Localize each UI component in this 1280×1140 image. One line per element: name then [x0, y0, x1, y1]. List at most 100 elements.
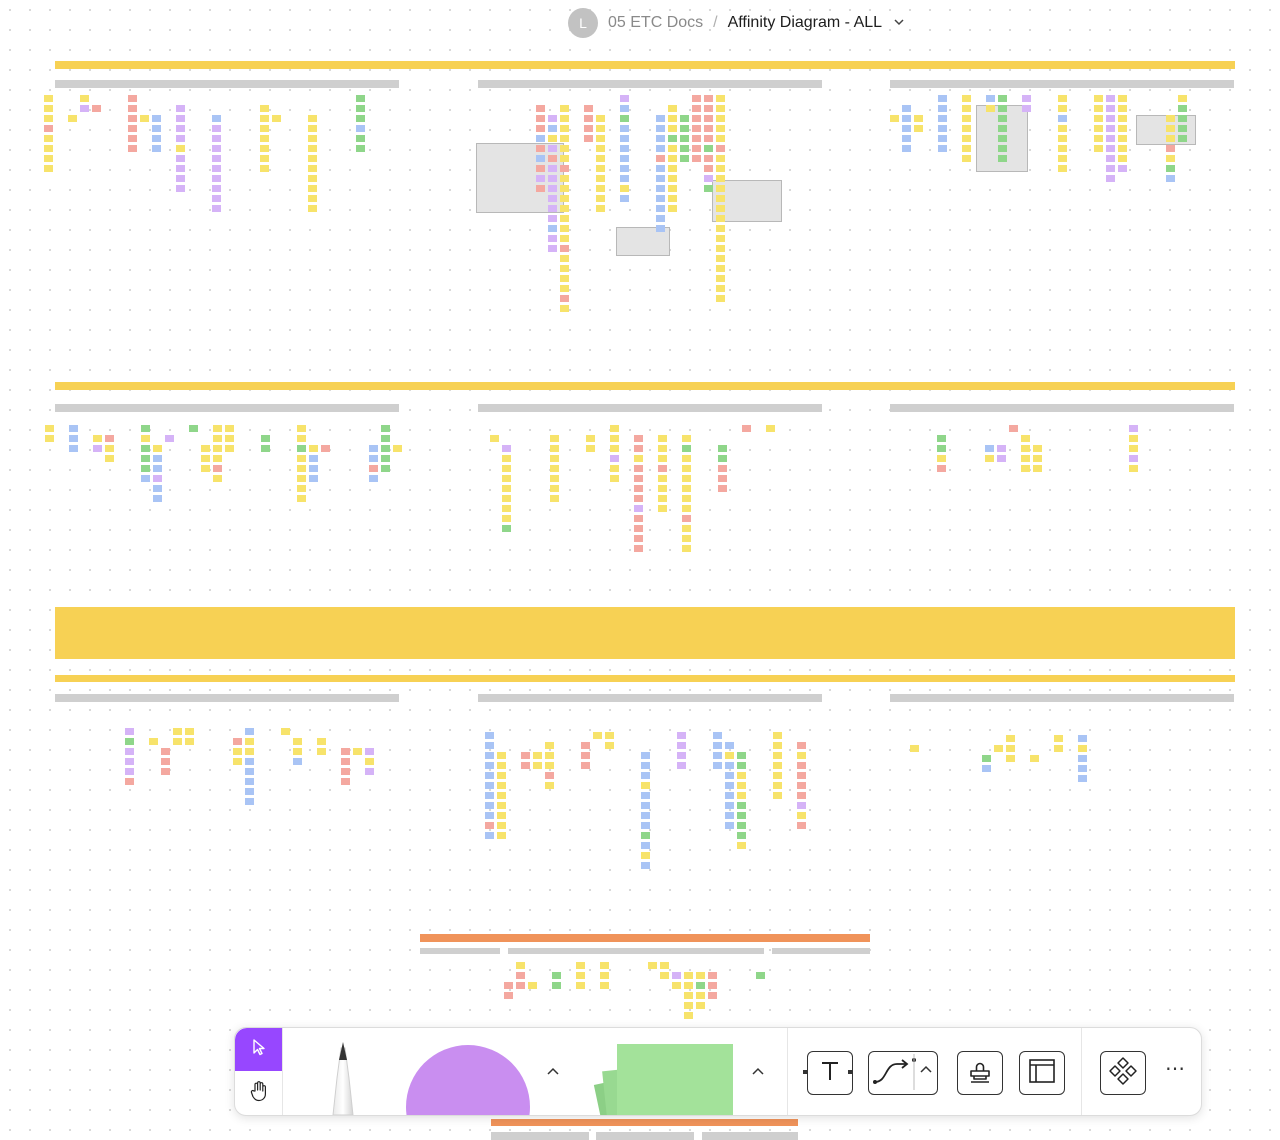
sticky-note[interactable]: [937, 435, 946, 442]
group-header[interactable]: [596, 1132, 694, 1140]
group-header[interactable]: [55, 404, 399, 412]
sticky-note[interactable]: [725, 792, 734, 799]
sticky-note[interactable]: [1166, 155, 1175, 162]
sticky-note[interactable]: [737, 812, 746, 819]
sticky-note[interactable]: [596, 175, 605, 182]
sticky-note[interactable]: [536, 185, 545, 192]
sticky-note[interactable]: [581, 762, 590, 769]
group-header[interactable]: [55, 80, 399, 88]
sticky-note[interactable]: [668, 185, 677, 192]
sticky-note[interactable]: [997, 455, 1006, 462]
sticky-note[interactable]: [718, 485, 727, 492]
sticky-note[interactable]: [341, 768, 350, 775]
sticky-note[interactable]: [668, 115, 677, 122]
sticky-note[interactable]: [245, 798, 254, 805]
sticky-note[interactable]: [1129, 465, 1138, 472]
sticky-note[interactable]: [716, 205, 725, 212]
sticky-note[interactable]: [656, 185, 665, 192]
sticky-note[interactable]: [737, 752, 746, 759]
sticky-note[interactable]: [141, 475, 150, 482]
sticky-note[interactable]: [497, 792, 506, 799]
sticky-note[interactable]: [1058, 105, 1067, 112]
group-header[interactable]: [55, 694, 399, 702]
sticky-note[interactable]: [610, 455, 619, 462]
sticky-note[interactable]: [213, 445, 222, 452]
sticky-note[interactable]: [260, 145, 269, 152]
sticky-note[interactable]: [153, 475, 162, 482]
sticky-note[interactable]: [641, 802, 650, 809]
sticky-note[interactable]: [560, 275, 569, 282]
sticky-note[interactable]: [692, 135, 701, 142]
sticky-note[interactable]: [998, 105, 1007, 112]
sticky-note[interactable]: [660, 972, 669, 979]
sticky-note[interactable]: [725, 822, 734, 829]
sticky-note[interactable]: [773, 742, 782, 749]
sticky-note[interactable]: [497, 752, 506, 759]
sticky-note[interactable]: [938, 125, 947, 132]
sticky-note[interactable]: [536, 105, 545, 112]
sticky-note[interactable]: [684, 982, 693, 989]
sticky-note[interactable]: [938, 95, 947, 102]
sticky-note[interactable]: [1106, 105, 1115, 112]
group-header[interactable]: [478, 404, 822, 412]
sticky-note[interactable]: [658, 505, 667, 512]
sticky-note[interactable]: [201, 455, 210, 462]
sticky-note[interactable]: [548, 185, 557, 192]
sticky-note[interactable]: [536, 115, 545, 122]
sticky-note[interactable]: [576, 972, 585, 979]
sticky-note[interactable]: [1178, 95, 1187, 102]
sticky-note[interactable]: [93, 435, 102, 442]
sticky-note[interactable]: [213, 425, 222, 432]
sticky-note[interactable]: [317, 738, 326, 745]
sticky-note[interactable]: [297, 465, 306, 472]
sticky-note[interactable]: [497, 812, 506, 819]
widgets-tool-button[interactable]: [1100, 1051, 1146, 1095]
sticky-note[interactable]: [152, 135, 161, 142]
sticky-note[interactable]: [560, 255, 569, 262]
group-header[interactable]: [508, 948, 764, 954]
sticky-note[interactable]: [80, 105, 89, 112]
sticky-note[interactable]: [550, 475, 559, 482]
sticky-note[interactable]: [797, 812, 806, 819]
sticky-note[interactable]: [153, 485, 162, 492]
sticky-note[interactable]: [997, 445, 1006, 452]
sticky-note[interactable]: [684, 972, 693, 979]
sticky-note[interactable]: [1078, 735, 1087, 742]
sticky-note[interactable]: [902, 125, 911, 132]
sticky-note[interactable]: [341, 748, 350, 755]
sticky-note[interactable]: [502, 465, 511, 472]
sticky-note[interactable]: [677, 732, 686, 739]
sticky-note[interactable]: [773, 792, 782, 799]
sticky-note[interactable]: [260, 115, 269, 122]
sticky-note[interactable]: [550, 455, 559, 462]
sticky-note[interactable]: [161, 768, 170, 775]
sticky-note[interactable]: [620, 165, 629, 172]
sticky-note[interactable]: [641, 772, 650, 779]
sticky-note[interactable]: [656, 145, 665, 152]
sticky-note[interactable]: [658, 465, 667, 472]
sticky-note[interactable]: [692, 105, 701, 112]
sticky-note[interactable]: [201, 445, 210, 452]
sticky-note[interactable]: [261, 435, 270, 442]
sticky-note[interactable]: [141, 425, 150, 432]
sticky-note[interactable]: [233, 758, 242, 765]
sticky-note[interactable]: [308, 155, 317, 162]
sticky-note[interactable]: [668, 105, 677, 112]
sticky-note[interactable]: [596, 115, 605, 122]
sticky-note[interactable]: [682, 485, 691, 492]
sticky-note[interactable]: [797, 742, 806, 749]
hand-tool-button[interactable]: [235, 1072, 282, 1115]
sticky-note[interactable]: [716, 245, 725, 252]
sticky-note[interactable]: [141, 455, 150, 462]
chevron-up-icon[interactable]: [547, 1062, 559, 1078]
sticky-note[interactable]: [610, 465, 619, 472]
sticky-note[interactable]: [596, 125, 605, 132]
sticky-note[interactable]: [682, 475, 691, 482]
sticky-note[interactable]: [716, 135, 725, 142]
sticky-note[interactable]: [668, 145, 677, 152]
sticky-note[interactable]: [680, 115, 689, 122]
sticky-note[interactable]: [725, 802, 734, 809]
sticky-note[interactable]: [620, 155, 629, 162]
sticky-note[interactable]: [212, 145, 221, 152]
sticky-note[interactable]: [716, 125, 725, 132]
